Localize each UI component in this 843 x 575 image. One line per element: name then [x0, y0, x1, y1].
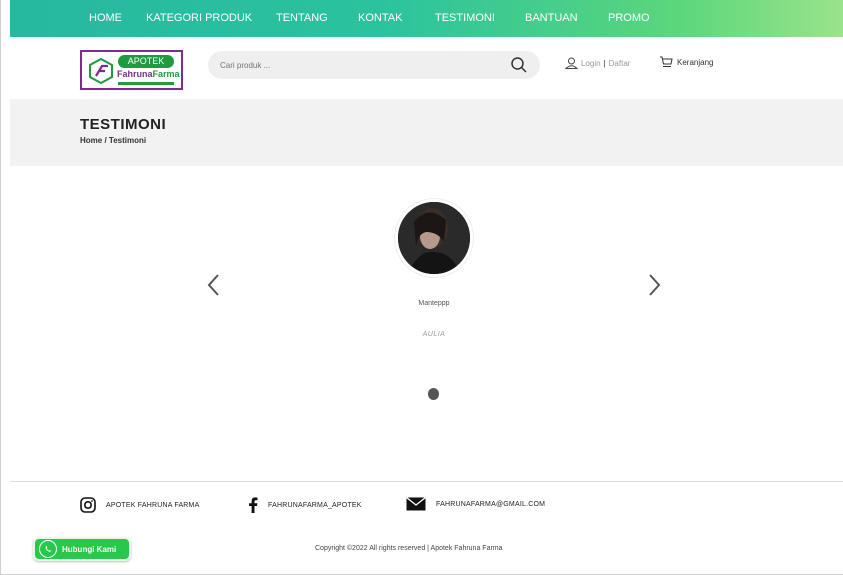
cart-link[interactable]: Keranjang — [659, 56, 713, 68]
logo-brand-part1: Fahruna — [117, 69, 153, 79]
whatsapp-icon — [39, 540, 57, 558]
whatsapp-contact-button[interactable]: Hubungi Kami — [33, 537, 131, 561]
logo-brand-part2: Farma — [152, 69, 180, 79]
search-input[interactable] — [220, 56, 490, 74]
chevron-right-icon — [649, 274, 661, 296]
logo-brand: FahrunaFarma — [117, 69, 180, 79]
whatsapp-label: Hubungi Kami — [62, 544, 117, 554]
nav-item-tentang[interactable]: TENTANG — [276, 12, 328, 24]
nav-item-kontak[interactable]: KONTAK — [358, 12, 402, 24]
carousel-next-button[interactable] — [644, 271, 664, 299]
footer-email-link[interactable]: FAHRUNAFARMA@GMAIL.COM — [406, 497, 545, 511]
carousel-prev-button[interactable] — [204, 271, 224, 299]
logo-badge: APOTEK — [118, 55, 174, 68]
footer-facebook-link[interactable]: FAHRUNAFARMA_APOTEK — [248, 497, 362, 513]
envelope-icon — [406, 497, 426, 511]
instagram-icon — [80, 497, 96, 513]
testimonial-quote: Manteppp — [418, 300, 450, 307]
facebook-label: FAHRUNAFARMA_APOTEK — [268, 501, 362, 509]
logo-underline — [118, 82, 174, 85]
top-nav: HOME KATEGORI PRODUK TENTANG KONTAK TEST… — [10, 0, 843, 37]
carousel-dot[interactable] — [428, 388, 439, 400]
search-bar — [208, 51, 540, 79]
nav-item-kategori-produk[interactable]: KATEGORI PRODUK — [146, 12, 252, 24]
nav-item-testimoni[interactable]: TESTIMONI — [435, 12, 495, 24]
header: APOTEK FahrunaFarma Login | Daftar — [10, 37, 843, 99]
login-link[interactable]: Login — [581, 59, 601, 68]
page-title: TESTIMONI — [80, 116, 167, 133]
hexagon-logo-icon — [89, 58, 113, 84]
search-icon[interactable] — [510, 56, 528, 74]
facebook-icon — [249, 497, 258, 513]
logo[interactable]: APOTEK FahrunaFarma — [80, 50, 183, 90]
login-register: Login | Daftar — [565, 57, 630, 69]
nav-item-bantuan[interactable]: BANTUAN — [525, 12, 578, 24]
register-link[interactable]: Daftar — [609, 59, 631, 68]
user-icon — [565, 57, 578, 69]
nav-item-promo[interactable]: PROMO — [608, 12, 650, 24]
breadcrumb: Home / Testimoni — [80, 136, 147, 145]
copyright-text: Copyright ©2022 All rights reserved | Ap… — [315, 545, 503, 552]
page: HOME KATEGORI PRODUK TENTANG KONTAK TEST… — [0, 0, 843, 575]
login-separator: | — [603, 58, 606, 68]
footer-divider — [10, 481, 843, 482]
footer-instagram-link[interactable]: APOTEK FAHRUNA FARMA — [80, 497, 199, 513]
testimonial-avatar — [395, 199, 473, 277]
page-title-band: TESTIMONI Home / Testimoni — [10, 99, 843, 166]
cart-icon — [660, 56, 673, 67]
nav-item-home[interactable]: HOME — [89, 12, 122, 24]
testimonial-author: AULIA — [422, 331, 446, 338]
email-label: FAHRUNAFARMA@GMAIL.COM — [436, 500, 546, 508]
cart-label: Keranjang — [677, 57, 714, 67]
avatar-photo — [398, 202, 470, 274]
chevron-left-icon — [207, 274, 219, 296]
instagram-label: APOTEK FAHRUNA FARMA — [106, 501, 200, 509]
